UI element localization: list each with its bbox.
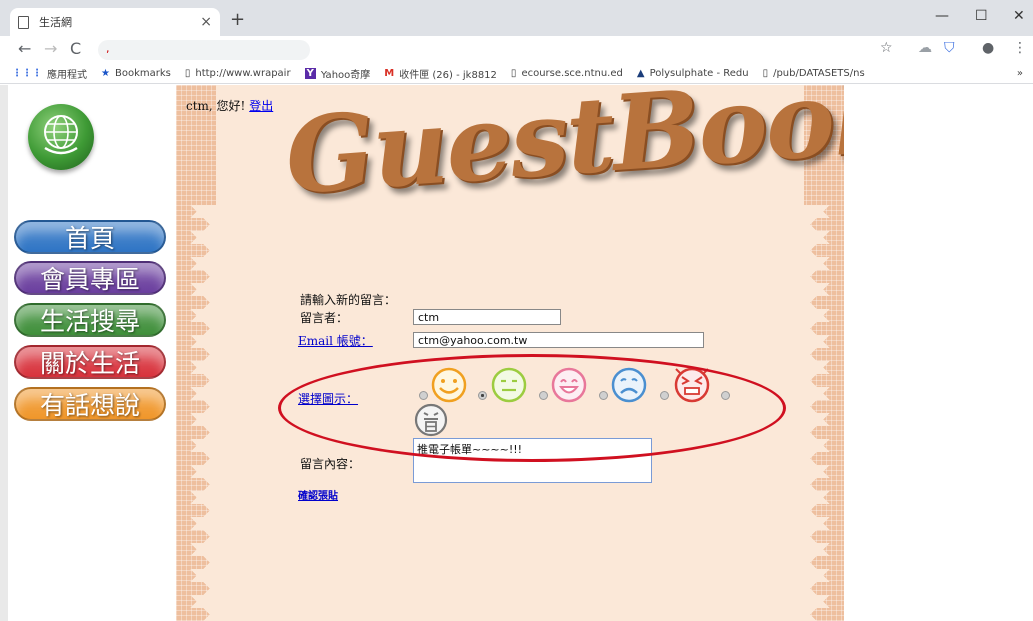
globe-icon: [44, 115, 78, 155]
page-icon: ▯: [510, 68, 517, 79]
reload-icon[interactable]: C: [70, 39, 81, 58]
email-input[interactable]: ctm@yahoo.com.tw: [413, 332, 704, 348]
cloud-icon[interactable]: ☁: [918, 40, 932, 56]
bookmark-yahoo[interactable]: Y Yahoo奇摩: [304, 66, 370, 81]
address-bar[interactable]: ,: [98, 40, 310, 60]
bookmark-bookmarks[interactable]: ★ Bookmarks: [101, 68, 171, 79]
back-icon[interactable]: ←: [18, 39, 31, 58]
highlight-ellipse: [278, 354, 786, 462]
bookmarks-bar: ⋮⋮⋮ 應用程式 ★ Bookmarks ▯ http://www.wrapair Y…: [0, 64, 1033, 84]
more-bookmarks-icon[interactable]: »: [1017, 68, 1023, 79]
close-window-button[interactable]: ✕: [1013, 8, 1025, 24]
triangle-icon: ▲: [636, 68, 645, 79]
bookmark-wrapair[interactable]: ▯ http://www.wrapair: [185, 68, 291, 79]
site-logo[interactable]: [28, 104, 94, 170]
star-icon: ★: [101, 68, 110, 79]
greeting-text: ctm, 您好!: [186, 99, 246, 113]
tab-close-button[interactable]: ×: [200, 14, 212, 30]
apps-icon: ⋮⋮⋮: [12, 68, 42, 79]
gmail-icon: M: [384, 68, 395, 79]
nav-members[interactable]: 會員專區: [14, 261, 166, 295]
new-tab-button[interactable]: +: [230, 9, 245, 30]
page-icon: [18, 15, 29, 29]
bookmark-polysulphate[interactable]: ▲ Polysulphate - Redu: [637, 68, 749, 79]
guestbook-panel: ctm, 您好! 登出 GuestBook: [176, 85, 844, 621]
minimize-button[interactable]: —: [935, 8, 949, 24]
content-label: 留言內容：: [300, 457, 361, 471]
forward-icon[interactable]: →: [44, 39, 57, 58]
profile-icon[interactable]: ●: [982, 40, 994, 56]
bookmark-ecourse[interactable]: ▯ ecourse.sce.ntnu.ed: [511, 68, 623, 79]
page-icon: ▯: [762, 68, 769, 79]
email-label[interactable]: Email 帳號：: [298, 332, 373, 349]
url-text: ,: [106, 42, 110, 55]
shield-icon[interactable]: ⛉: [944, 40, 955, 56]
maximize-button[interactable]: ☐: [975, 8, 988, 24]
bookmark-apps[interactable]: ⋮⋮⋮ 應用程式: [12, 66, 87, 81]
author-label: 留言者：: [300, 311, 349, 325]
yahoo-icon: Y: [304, 68, 316, 79]
nav-about[interactable]: 關於生活: [14, 345, 166, 379]
browser-tab[interactable]: 生活網 ×: [10, 8, 220, 36]
page-icon: ▯: [184, 68, 191, 79]
nav-guestbook[interactable]: 有話想說: [14, 387, 166, 421]
form-prompt: 請輸入新的留言：: [300, 293, 397, 307]
tab-strip: 生活網 × + — ☐ ✕: [0, 0, 1033, 36]
nav-home[interactable]: 首頁: [14, 220, 166, 254]
submit-link[interactable]: 確認張貼: [298, 487, 338, 502]
bookmark-gmail[interactable]: M 收件匣 (26) - jk8812: [384, 66, 497, 81]
star-icon[interactable]: ☆: [880, 40, 893, 56]
menu-icon[interactable]: ⋮: [1013, 40, 1027, 56]
tab-title: 生活網: [39, 16, 72, 29]
browser-toolbar: ← → C , ☆ ☁ ⛉ ● ⋮: [0, 36, 1033, 64]
nav-search[interactable]: 生活搜尋: [14, 303, 166, 337]
author-input[interactable]: ctm: [413, 309, 561, 325]
bookmark-datasets[interactable]: ▯/pub/DATASETS/ns: [763, 68, 865, 79]
greeting: ctm, 您好! 登出: [186, 97, 273, 114]
logout-link[interactable]: 登出: [249, 99, 273, 113]
